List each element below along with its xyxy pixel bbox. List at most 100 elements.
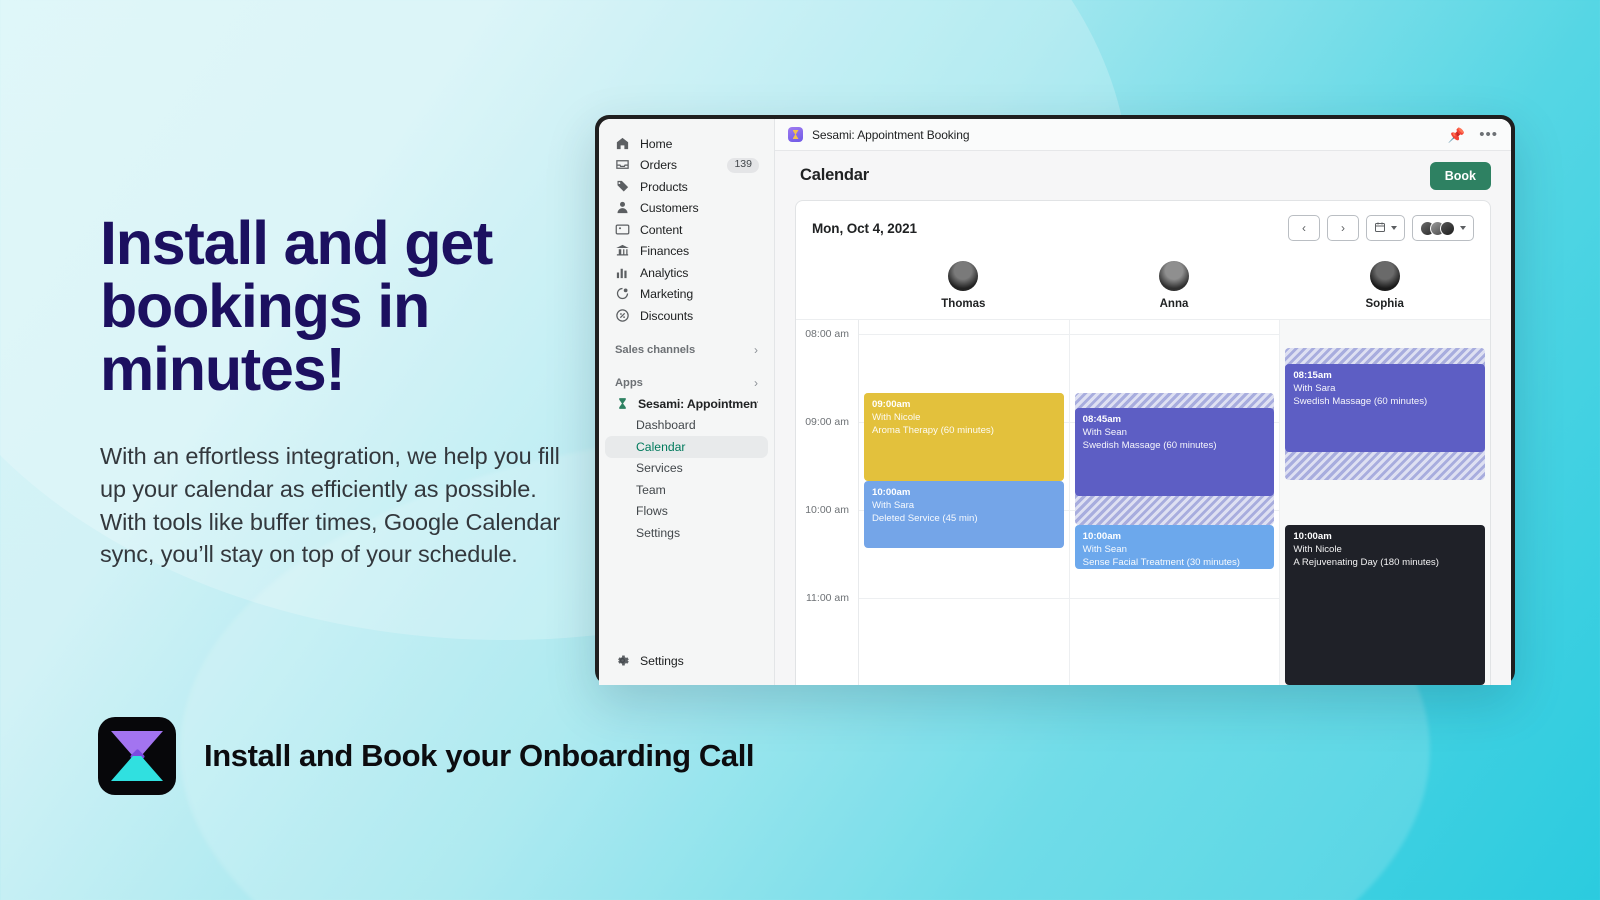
calendar-event[interactable]: 08:45am With Sean Swedish Massage (60 minu… bbox=[1074, 408, 1275, 496]
tag-icon bbox=[615, 179, 631, 195]
prev-day-button[interactable]: ‹ bbox=[1288, 215, 1320, 241]
discount-icon bbox=[615, 308, 631, 324]
pin-icon[interactable]: 📌 bbox=[1448, 128, 1465, 142]
sidebar-item-label: Discounts bbox=[640, 308, 694, 323]
sidebar-subitem-team[interactable]: Team bbox=[605, 479, 768, 501]
sidebar-item-discounts[interactable]: Discounts bbox=[607, 305, 766, 327]
calendar-event[interactable]: 09:00am With Nicole Aroma Therapy (60 minu… bbox=[864, 393, 1064, 481]
page-header: Calendar Book bbox=[775, 151, 1511, 200]
event-time: 10:00am bbox=[1293, 531, 1332, 542]
avatar bbox=[948, 261, 979, 291]
avatar bbox=[1159, 261, 1189, 291]
brand-footer: Install and Book your Onboarding Call bbox=[98, 717, 755, 795]
event-time: 08:15am bbox=[1293, 370, 1332, 381]
event-time: 10:00am bbox=[1082, 531, 1122, 542]
sidebar-item-sesami-app[interactable]: Sesami: Appointment Bo... bbox=[607, 393, 766, 415]
sidebar-item-settings[interactable]: Settings bbox=[607, 651, 766, 673]
sidebar-item-label: Analytics bbox=[640, 265, 689, 280]
book-button[interactable]: Book bbox=[1429, 161, 1491, 190]
sidebar-group-label: Apps bbox=[615, 376, 643, 389]
next-day-button[interactable]: › bbox=[1327, 215, 1359, 241]
event-customer: With Sean bbox=[1082, 426, 1127, 438]
day-columns: 09:00am With Nicole Aroma Therapy (60 minu… bbox=[858, 320, 1490, 685]
marketing-icon bbox=[615, 286, 631, 302]
orders-icon bbox=[615, 157, 631, 173]
sidebar-item-label: Marketing bbox=[640, 287, 694, 302]
person-icon bbox=[615, 200, 631, 216]
event-service: Sense Facial Treatment (30 minutes) bbox=[1082, 556, 1240, 568]
chevron-right-icon: › bbox=[754, 375, 758, 390]
day-column-anna[interactable]: 08:45am With Sean Swedish Massage (60 minu… bbox=[1070, 320, 1281, 685]
sidebar-item-home[interactable]: Home bbox=[607, 133, 766, 155]
sidebar-subitem-settings[interactable]: Settings bbox=[605, 522, 768, 544]
staff-name: Anna bbox=[1159, 298, 1189, 310]
calendar-event[interactable]: 10:00am With Nicole A Rejuvenating Day (18… bbox=[1285, 525, 1486, 685]
sesami-hourglass-icon bbox=[615, 397, 629, 411]
calendar-event[interactable]: 10:00am With Sean Sense Facial Treatment (… bbox=[1074, 525, 1275, 569]
sidebar-subitem-dashboard[interactable]: Dashboard bbox=[605, 415, 768, 437]
sidebar-item-finances[interactable]: Finances bbox=[607, 241, 766, 263]
home-icon bbox=[615, 136, 631, 152]
content-icon bbox=[615, 222, 631, 238]
sidebar-footer: Settings bbox=[599, 651, 774, 686]
bank-icon bbox=[615, 243, 631, 259]
staff-filter-button[interactable] bbox=[1412, 215, 1474, 241]
ellipsis-icon[interactable]: ••• bbox=[1479, 127, 1498, 142]
sidebar-subitem-services[interactable]: Services bbox=[605, 458, 768, 480]
staff-column-header: Thomas bbox=[858, 261, 1069, 310]
sidebar-group-apps[interactable]: Apps › bbox=[615, 373, 758, 393]
event-service: Deleted Service (45 min) bbox=[872, 512, 978, 524]
calendar-card: Mon, Oct 4, 2021 ‹ › Thomas Anna Sophia … bbox=[795, 200, 1491, 685]
event-service: Aroma Therapy (60 minutes) bbox=[872, 424, 994, 436]
sidebar-item-label: Home bbox=[640, 136, 673, 151]
sidebar-item-customers[interactable]: Customers bbox=[607, 198, 766, 220]
sidebar-group-sales-channels[interactable]: Sales channels › bbox=[615, 340, 758, 360]
day-column-thomas[interactable]: 09:00am With Nicole Aroma Therapy (60 minu… bbox=[859, 320, 1070, 685]
calendar-event[interactable]: 08:15am With Sara Swedish Massage (60 minu… bbox=[1285, 364, 1486, 452]
event-customer: With Nicole bbox=[872, 411, 921, 423]
chevron-right-icon: › bbox=[1341, 221, 1345, 235]
brand-tagline: Install and Book your Onboarding Call bbox=[204, 738, 755, 773]
sidebar-group-label: Sales channels bbox=[615, 343, 696, 356]
event-time: 08:45am bbox=[1082, 414, 1122, 425]
date-picker-button[interactable] bbox=[1366, 215, 1405, 241]
chevron-left-icon: ‹ bbox=[1302, 221, 1306, 235]
time-axis: 08:00 am 09:00 am 10:00 am 11:00 am bbox=[796, 320, 858, 685]
day-column-sophia[interactable]: 08:15am With Sara Swedish Massage (60 minu… bbox=[1280, 320, 1490, 685]
sidebar-app-label: Sesami: Appointment Bo... bbox=[638, 396, 758, 411]
event-customer: With Sean bbox=[1082, 543, 1127, 555]
avatar-group-icon bbox=[1420, 220, 1455, 236]
staff-name: Sophia bbox=[1365, 298, 1404, 310]
sesami-app-icon bbox=[788, 127, 803, 142]
sidebar-subitem-flows[interactable]: Flows bbox=[605, 501, 768, 523]
sidebar-item-label: Customers bbox=[640, 201, 699, 216]
chevron-down-icon bbox=[1460, 226, 1466, 230]
event-service: Swedish Massage (60 minutes) bbox=[1082, 439, 1217, 451]
sidebar-subitem-calendar[interactable]: Calendar bbox=[605, 436, 768, 458]
time-label: 10:00 am bbox=[805, 504, 849, 516]
status-badge: 139 bbox=[727, 157, 759, 173]
sidebar-item-analytics[interactable]: Analytics bbox=[607, 262, 766, 284]
sidebar-item-marketing[interactable]: Marketing bbox=[607, 284, 766, 306]
chevron-right-icon: › bbox=[754, 342, 758, 357]
calendar-event[interactable]: 10:00am With Sara Deleted Service (45 min) bbox=[864, 481, 1064, 548]
staff-column-header: Sophia bbox=[1279, 261, 1490, 310]
event-time: 10:00am bbox=[872, 487, 911, 498]
gear-icon bbox=[615, 653, 631, 669]
calendar-date-label: Mon, Oct 4, 2021 bbox=[812, 220, 917, 236]
bar-chart-icon bbox=[615, 265, 631, 281]
calendar-grid: 08:00 am 09:00 am 10:00 am 11:00 am 09:00am… bbox=[796, 319, 1490, 685]
time-label: 08:00 am bbox=[805, 328, 849, 340]
sidebar-item-orders[interactable]: Orders 139 bbox=[607, 155, 766, 177]
time-label: 11:00 am bbox=[806, 592, 849, 604]
sidebar-item-products[interactable]: Products bbox=[607, 176, 766, 198]
avatar bbox=[1369, 261, 1400, 291]
sidebar-item-label: Products bbox=[640, 179, 688, 194]
app-window: Home Orders 139 Products Customers Content Fin… bbox=[595, 115, 1515, 685]
sidebar-item-label: Orders bbox=[640, 158, 677, 173]
event-time: 09:00am bbox=[872, 399, 911, 410]
sidebar-item-label: Content bbox=[640, 222, 683, 237]
sidebar-item-label: Finances bbox=[640, 244, 690, 259]
sidebar-item-content[interactable]: Content bbox=[607, 219, 766, 241]
calendar-toolbar: Mon, Oct 4, 2021 ‹ › bbox=[796, 201, 1490, 254]
